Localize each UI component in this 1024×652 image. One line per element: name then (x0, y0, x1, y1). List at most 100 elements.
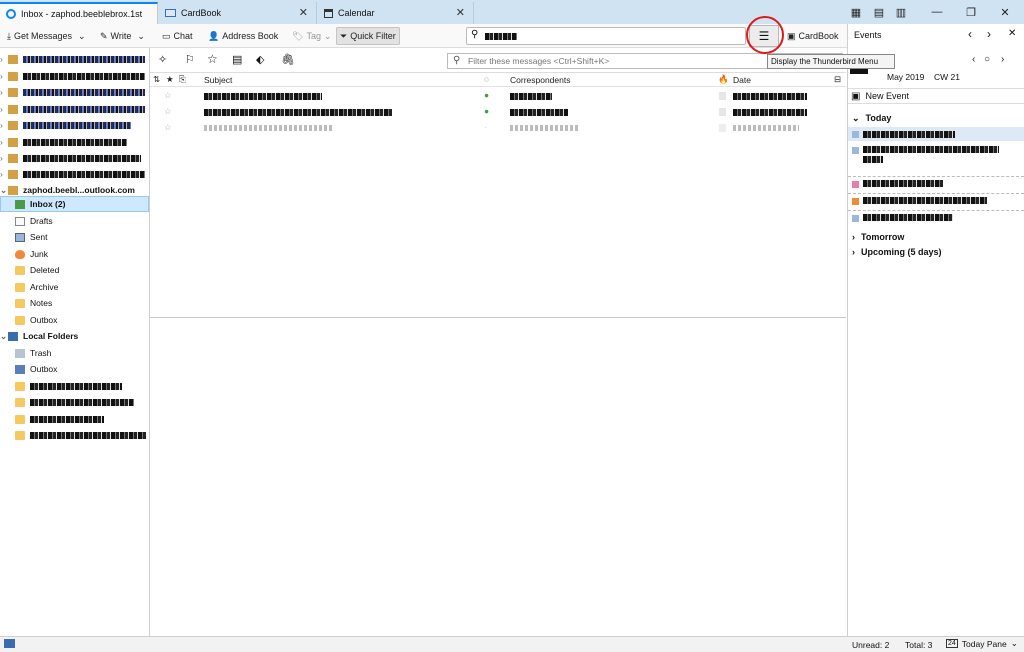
write-button[interactable]: ✎ Write ⌄ (97, 27, 148, 45)
account-obscured[interactable]: › (0, 84, 149, 100)
event-item[interactable] (848, 176, 1024, 190)
status-bar: Unread: 2 Total: 3 24 Today Pane ⌄ (0, 636, 1024, 652)
date-column-header[interactable]: Date (733, 75, 751, 85)
account-local-folders[interactable]: ⌄ Local Folders (0, 328, 149, 344)
account-obscured[interactable]: › (0, 166, 149, 182)
folder-obscured[interactable] (0, 378, 149, 394)
account-obscured[interactable]: › (0, 150, 149, 166)
unread-dot-icon[interactable]: ● (484, 106, 489, 116)
attachment-filter-icon[interactable]: 🖇 (281, 53, 295, 66)
close-icon[interactable]: ✕ (456, 6, 465, 19)
drafts-icon (15, 216, 25, 226)
account-obscured[interactable]: › (0, 117, 149, 133)
minimize-button[interactable]: — (922, 0, 952, 24)
calendar-week: CW 21 (934, 72, 960, 82)
restore-button[interactable]: ❐ (956, 0, 986, 24)
account-obscured[interactable]: › (0, 101, 149, 117)
folder-junk[interactable]: Junk (0, 246, 149, 262)
thread-column-icon[interactable]: ⇅ (153, 74, 160, 85)
tab-label: CardBook (181, 8, 222, 18)
calendar-icon[interactable]: ▦ (844, 0, 868, 24)
chevron-down-icon[interactable]: ⌄ (137, 31, 145, 42)
folder-label: Drafts (30, 216, 53, 226)
today-section[interactable]: ⌄ Today (852, 113, 891, 124)
today-pane-toggle[interactable]: 24 Today Pane ⌄ (946, 638, 1018, 649)
tab-inbox[interactable]: Inbox - zaphod.beeblebrox.1st (0, 2, 158, 24)
folder-local-trash[interactable]: Trash (0, 345, 149, 361)
message-row[interactable]: ☆ ● (150, 89, 846, 105)
chevron-left-icon[interactable]: ‹ (968, 27, 972, 41)
chevron-right-icon[interactable]: › (1001, 54, 1004, 65)
message-row[interactable]: ☆ · (150, 121, 846, 137)
read-dot-icon[interactable]: · (484, 122, 487, 132)
today-dot-icon[interactable]: ○ (984, 54, 990, 65)
chat-button[interactable]: ▭ Chat (159, 27, 196, 45)
contact-filter-icon[interactable]: ▤ (232, 53, 242, 66)
new-event-button[interactable]: ▣ New Event (848, 88, 1024, 104)
address-book-icon[interactable]: ▥ (890, 0, 912, 24)
folder-label: Inbox (2) (30, 199, 66, 209)
chevron-left-icon[interactable]: ‹ (972, 54, 975, 65)
cardbook-button[interactable]: ▣ CardBook (784, 27, 842, 45)
upcoming-label: Upcoming (5 days) (861, 247, 942, 257)
folder-obscured[interactable] (0, 427, 149, 443)
folder-archive[interactable]: Archive (0, 279, 149, 295)
starred-filter-icon[interactable]: ☆ (207, 52, 218, 66)
message-row[interactable]: ☆ ● (150, 105, 846, 121)
event-item[interactable] (848, 193, 1024, 207)
chevron-down-icon: ⌄ (323, 30, 332, 41)
chevron-down-icon[interactable]: ⌄ (78, 31, 86, 42)
search-icon: ⚲ (453, 55, 461, 66)
unread-dot-icon[interactable]: ● (484, 90, 489, 100)
close-icon[interactable]: ✕ (1008, 28, 1016, 39)
junk-icon (719, 108, 726, 116)
tag-button[interactable]: 🏷 Tag ⌄ (289, 27, 335, 45)
chevron-right-icon[interactable]: › (987, 27, 991, 41)
folder-outbox[interactable]: Outbox (0, 312, 149, 328)
tags-filter-icon[interactable]: ⬖ (256, 53, 264, 66)
tag-icon: 🏷 (292, 30, 304, 41)
account-obscured[interactable]: › (0, 134, 149, 150)
quick-filter-bar: ✧ ⚐ ☆ ▤ ⬖ 🖇 ⚲ Filter these messages <Ctr… (150, 48, 846, 73)
correspondents-column-header[interactable]: Correspondents (510, 75, 570, 85)
read-column-icon[interactable]: ◌ (484, 74, 489, 84)
get-messages-button[interactable]: ⤓ Get Messages ⌄ (4, 27, 89, 45)
folder-drafts[interactable]: Drafts (0, 213, 149, 229)
search-input[interactable]: ⚲ (466, 27, 746, 45)
event-item[interactable] (848, 146, 1024, 170)
quick-filter-button[interactable]: ⏷ Quick Filter (336, 27, 400, 45)
tasks-icon[interactable]: ▤ (868, 0, 890, 24)
close-window-button[interactable]: ✕ (990, 0, 1020, 24)
folder-sent[interactable]: Sent (0, 229, 149, 245)
star-icon[interactable]: ☆ (164, 90, 172, 101)
message-preview-splitter[interactable] (150, 317, 846, 318)
folder-local-outbox[interactable]: Outbox (0, 361, 149, 377)
today-pane-header: Events (854, 30, 882, 40)
star-icon[interactable]: ☆ (164, 122, 172, 133)
upcoming-section[interactable]: › Upcoming (5 days) (852, 247, 942, 257)
folder-obscured[interactable] (0, 394, 149, 410)
folder-deleted[interactable]: Deleted (0, 262, 149, 278)
online-status-icon[interactable] (4, 639, 15, 648)
close-icon[interactable]: ✕ (299, 6, 308, 19)
star-icon[interactable]: ☆ (164, 106, 172, 117)
unread-filter-icon[interactable]: ⚐ (185, 53, 195, 66)
account-icon (8, 169, 18, 179)
subject-column-header[interactable]: Subject (204, 75, 232, 85)
folder-notes[interactable]: Notes (0, 295, 149, 311)
folder-obscured[interactable] (0, 411, 149, 427)
attachment-column-icon[interactable]: ⎘ (179, 74, 186, 85)
event-item[interactable] (848, 127, 1024, 141)
tomorrow-section[interactable]: › Tomorrow (852, 232, 904, 242)
folder-inbox[interactable]: Inbox (2) (0, 196, 149, 212)
tab-calendar[interactable]: Calendar ✕ (318, 2, 474, 24)
address-book-button[interactable]: 👤 Address Book (205, 27, 281, 45)
junk-column-icon[interactable]: 🔥 (718, 74, 729, 85)
sticky-pin-icon[interactable]: ✧ (158, 53, 167, 66)
account-obscured[interactable]: › (0, 51, 149, 67)
tab-cardbook[interactable]: CardBook ✕ (159, 2, 317, 24)
column-picker-icon[interactable]: ⊟ (834, 74, 841, 85)
account-obscured[interactable]: › (0, 68, 149, 84)
star-column-icon[interactable]: ★ (166, 74, 174, 85)
event-item[interactable] (848, 210, 1024, 224)
